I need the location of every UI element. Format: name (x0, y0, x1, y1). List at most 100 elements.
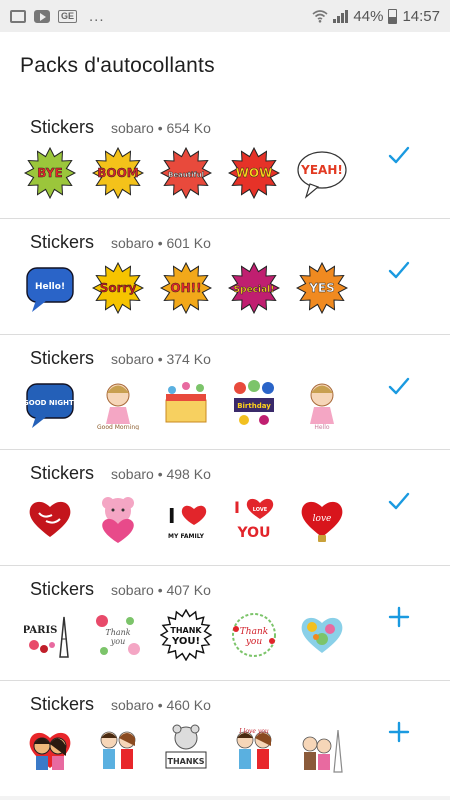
added-check-icon[interactable] (386, 257, 412, 283)
gallery-notification-icon (10, 9, 26, 23)
more-notifications-indicator: ... (89, 7, 105, 25)
clock: 14:57 (402, 7, 440, 25)
svg-text:YOU: YOU (237, 525, 271, 541)
pack-name: Stickers (30, 232, 95, 252)
svg-text:YOU!: YOU! (171, 636, 200, 647)
sticker-thumbnail: Thank you (92, 609, 144, 661)
sticker-thumbnail: THANKS (160, 724, 212, 776)
svg-text:Thank: Thank (105, 628, 130, 637)
pack-publisher-size: sobaro • 460 Ko (111, 697, 211, 713)
sticker-thumbnail (296, 609, 348, 661)
sticker-thumbnail (92, 493, 144, 545)
pack-name: Stickers (30, 347, 95, 368)
sticker-pack-row[interactable]: Stickers sobaro • 498 Ko I MY FAMILY I LOVE… (0, 449, 450, 565)
svg-text:Good Morning: Good Morning (97, 424, 139, 430)
svg-text:Beautiful: Beautiful (168, 171, 204, 179)
sticker-thumbnail: I LOVE YOU (228, 493, 280, 545)
app-header: Packs d'autocollants (0, 32, 450, 104)
svg-text:BYE: BYE (37, 166, 62, 180)
sticker-pack-row[interactable]: Stickers sobaro • 601 Ko Hello! Sorry OH!!… (0, 218, 450, 334)
sticker-pack-row[interactable]: Stickers sobaro • 654 Ko BYE BOOM Beautifu… (0, 104, 450, 218)
pack-name: Stickers (30, 694, 95, 714)
page-title: Packs d'autocollants (20, 54, 215, 77)
sticker-thumbnail (24, 724, 76, 776)
sticker-thumbnail: OH!! (160, 262, 212, 314)
svg-text:you: you (110, 637, 126, 646)
svg-text:WOW: WOW (236, 166, 273, 180)
svg-text:BOOM: BOOM (97, 166, 139, 180)
sticker-thumbnail: YES (296, 262, 348, 314)
svg-text:Thank: Thank (240, 627, 268, 637)
sticker-preview-strip: PARIS Thank you THANK YOU! Thank you (24, 608, 348, 661)
sticker-preview-strip: Hello! Sorry OH!! Special! YES (24, 262, 348, 314)
svg-text:THANKS: THANKS (168, 757, 205, 766)
svg-text:Special!: Special! (234, 285, 275, 295)
svg-text:I: I (234, 498, 240, 517)
svg-text:Sorry: Sorry (100, 281, 137, 295)
add-pack-plus-icon[interactable] (386, 604, 412, 630)
sticker-pack-row[interactable]: Stickers sobaro • 460 Ko THANKS I love yo… (0, 680, 450, 796)
pack-name: Stickers (30, 117, 95, 137)
sticker-thumbnail: Special! (228, 262, 280, 314)
add-pack-plus-icon[interactable] (386, 719, 412, 745)
svg-text:THANK: THANK (170, 626, 202, 635)
svg-text:LOVE: LOVE (253, 507, 268, 513)
sticker-pack-list[interactable]: Stickers sobaro • 654 Ko BYE BOOM Beautifu… (0, 104, 450, 796)
sticker-thumbnail (24, 493, 76, 545)
sticker-thumbnail: YEAH! (296, 147, 348, 199)
battery-icon (388, 8, 398, 24)
sticker-thumbnail: Hello (296, 378, 348, 430)
svg-text:MY FAMILY: MY FAMILY (168, 533, 205, 540)
added-check-icon[interactable] (386, 142, 412, 168)
sticker-pack-row[interactable]: Stickers sobaro • 407 Ko PARIS Thank you TH… (0, 564, 450, 680)
svg-text:I: I (168, 504, 175, 528)
svg-text:I love you: I love you (238, 728, 269, 735)
sticker-thumbnail: GOOD NIGHT! (24, 378, 76, 430)
sticker-preview-strip: GOOD NIGHT! Good Morning Birthday Hello (24, 378, 348, 430)
sticker-thumbnail: Sorry (92, 262, 144, 314)
sticker-thumbnail: Hello! (24, 262, 76, 314)
sticker-thumbnail: WOW (228, 147, 280, 199)
sticker-pack-row[interactable]: Stickers sobaro • 374 Ko GOOD NIGHT! Good… (0, 333, 450, 449)
svg-text:PARIS: PARIS (24, 625, 57, 636)
notification-badge: GE (58, 9, 78, 23)
sticker-preview-strip: THANKS I love you (24, 724, 348, 776)
sticker-preview-strip: I MY FAMILY I LOVE YOU love (24, 493, 348, 545)
sticker-thumbnail: Good Morning (92, 378, 144, 430)
sticker-thumbnail: BYE (24, 147, 76, 199)
svg-text:YES: YES (308, 281, 335, 295)
sticker-thumbnail (160, 378, 212, 430)
svg-text:Birthday: Birthday (237, 402, 271, 410)
sticker-thumbnail: THANK YOU! (160, 608, 212, 661)
svg-text:Hello: Hello (314, 424, 330, 430)
sticker-thumbnail (92, 724, 144, 776)
battery-percent: 44% (353, 7, 384, 25)
sticker-thumbnail: I MY FAMILY (160, 493, 212, 545)
sticker-thumbnail (296, 724, 348, 776)
added-check-icon[interactable] (386, 488, 412, 514)
svg-text:Hello!: Hello! (35, 282, 65, 292)
svg-text:love: love (313, 514, 332, 524)
signal-strength-icon (333, 9, 349, 23)
added-check-icon[interactable] (386, 373, 412, 399)
sticker-thumbnail: PARIS (24, 609, 76, 661)
pack-publisher-size: sobaro • 498 Ko (111, 466, 211, 482)
svg-text:OH!!: OH!! (170, 281, 201, 295)
pack-name: Stickers (30, 578, 95, 599)
sticker-thumbnail: Birthday (228, 378, 280, 430)
status-bar: GE ... 44% 14:57 (0, 0, 450, 32)
svg-text:YEAH!: YEAH! (300, 163, 343, 177)
sticker-thumbnail: Beautiful (160, 147, 212, 199)
pack-publisher-size: sobaro • 407 Ko (111, 581, 211, 598)
wifi-icon (312, 10, 328, 23)
pack-name: Stickers (30, 463, 95, 483)
sticker-preview-strip: BYE BOOM Beautiful WOW YEAH! (24, 147, 348, 199)
sticker-thumbnail: I love you (228, 724, 280, 776)
pack-publisher-size: sobaro • 374 Ko (111, 350, 211, 367)
sticker-thumbnail: BOOM (92, 147, 144, 199)
svg-text:you: you (245, 637, 263, 647)
svg-text:GOOD NIGHT!: GOOD NIGHT! (24, 399, 76, 407)
sticker-thumbnail: love (296, 493, 348, 545)
sticker-thumbnail: Thank you (228, 609, 280, 661)
youtube-notification-icon (34, 9, 50, 23)
